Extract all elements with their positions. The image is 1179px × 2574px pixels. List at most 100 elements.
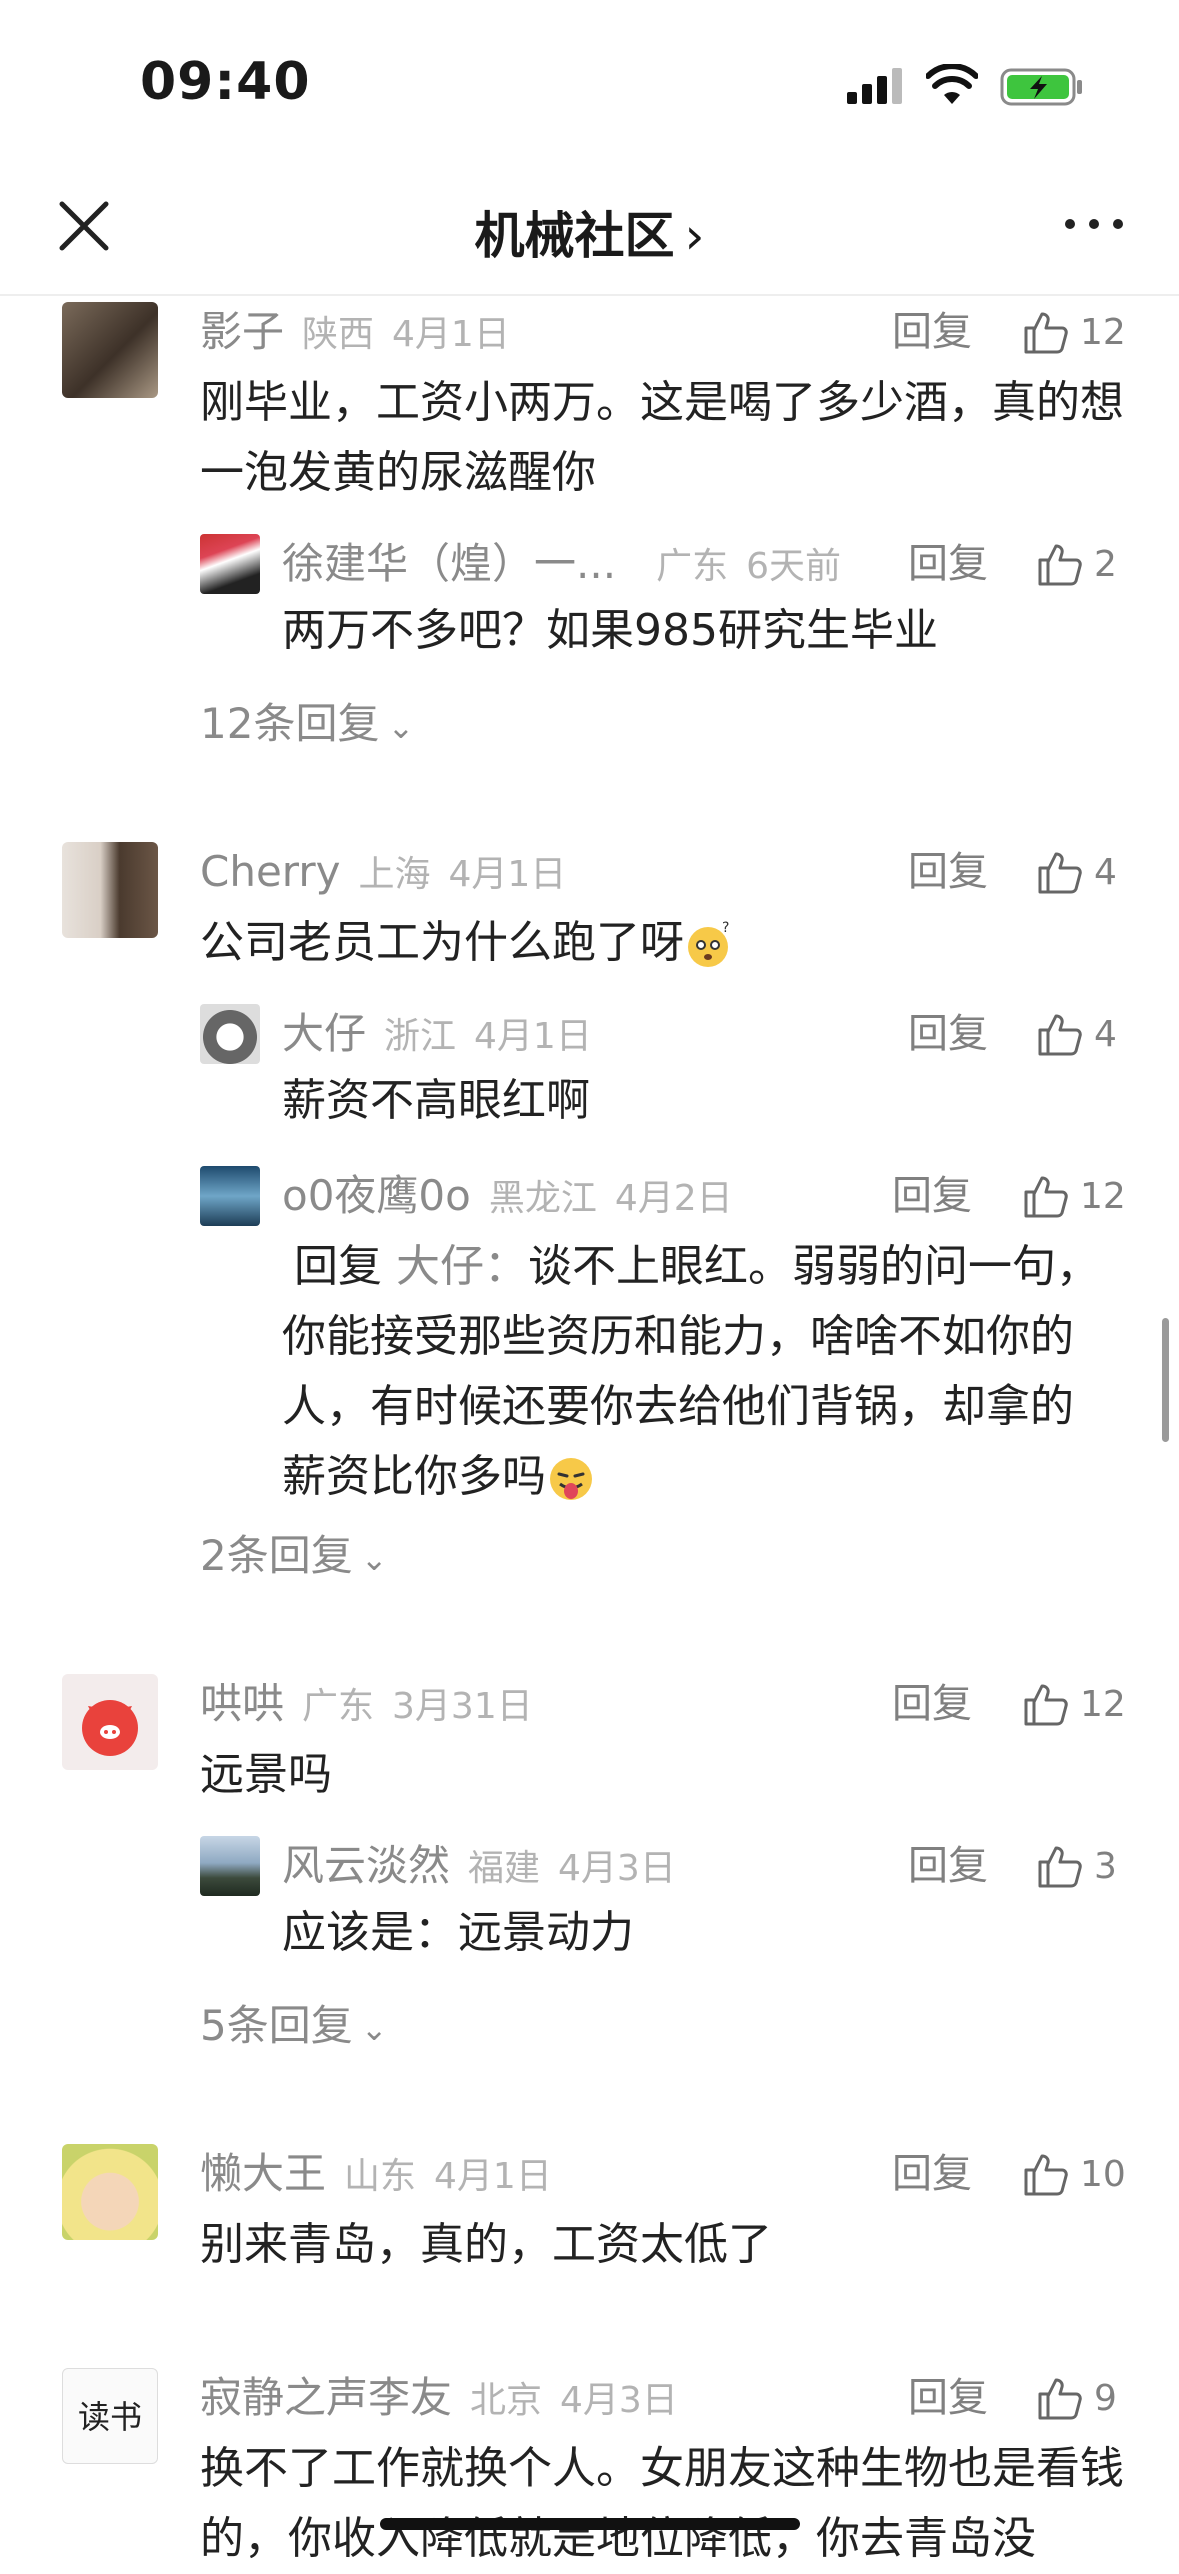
comment-text: 远景吗 [200,1749,332,1800]
avatar[interactable] [200,534,260,594]
replier-name[interactable]: 风云淡然 [282,1841,450,1890]
scrollbar-thumb[interactable] [1162,1318,1169,1442]
like-button[interactable]: 4 [1036,1004,1117,1064]
expand-replies-label: 5条回复 [200,2001,353,2050]
like-button[interactable]: 2 [1036,534,1117,594]
avatar[interactable] [62,1674,158,1770]
comment-date: 4月1日 [448,854,567,895]
reply-meta: 风云淡然 福建 4月3日 [282,1836,676,1896]
reply-date: 4月3日 [558,1848,676,1889]
commenter-location: 陕西 [302,314,375,355]
reply-button[interactable]: 回复 [892,2144,972,2204]
replier-name[interactable]: 徐建华（煌）一... [282,539,616,588]
commenter-name[interactable]: 寂静之声李友 [200,2373,452,2422]
community-title-link[interactable]: 机械社区 › [0,196,1179,268]
tongue-out-emoji-icon [550,1458,592,1500]
avatar[interactable] [200,1166,260,1226]
reply-button[interactable]: 回复 [908,1004,988,1064]
thumbs-up-icon [1038,2378,1082,2420]
like-count: 12 [1080,311,1126,353]
more-options-icon[interactable] [1062,212,1126,236]
replier-location: 福建 [468,1848,541,1889]
avatar[interactable] [62,302,158,398]
like-button[interactable]: 12 [1022,302,1126,362]
reply-meta: 徐建华（煌）一... 广东 6天前 [282,534,841,594]
avatar[interactable] [62,842,158,938]
avatar[interactable] [200,1004,260,1064]
thumbs-up-icon [1024,312,1068,354]
chevron-right-icon: › [684,207,705,265]
thumbs-up-icon [1038,1846,1082,1888]
reply-button[interactable]: 回复 [908,842,988,902]
pig-icon [82,1700,138,1756]
avatar[interactable] [200,1836,260,1896]
comment-text: 公司老员工为什么跑了呀? [200,908,1130,978]
chevron-down-icon: ⌄ [387,708,415,746]
expand-replies-label: 2条回复 [200,1531,353,1580]
comment-text: 别来青岛，真的，工资太低了 [200,2219,772,2270]
like-button[interactable]: 4 [1036,842,1117,902]
like-count: 2 [1094,543,1117,585]
commenter-name[interactable]: Cherry [200,847,340,896]
cellular-signal-icon [847,68,902,104]
expand-replies-button[interactable]: 2条回复 ⌄ [200,1526,388,1589]
avatar[interactable]: 读书 [62,2368,158,2464]
svg-text:?: ? [722,920,729,936]
like-button[interactable]: 3 [1036,1836,1117,1896]
commenter-name[interactable]: 懒大王 [200,2149,326,2198]
avatar[interactable] [62,2144,158,2240]
like-button[interactable]: 12 [1022,1166,1126,1226]
reply-text: 薪资不高眼红啊 [282,1075,590,1126]
comment-date: 4月1日 [392,314,510,355]
thumbs-up-icon [1038,852,1082,894]
page-title: 机械社区 [474,207,675,265]
reply-text: 回复 大仔：谈不上眼红。弱弱的问一句，你能接受那些资历和能力，啥啥不如你的人，有… [282,1232,1112,1512]
reply-to-name[interactable]: 大仔： [396,1241,528,1292]
like-count: 4 [1094,1013,1117,1055]
commenter-location: 广东 [302,1686,375,1727]
comment-meta: 懒大王 山东 4月1日 [200,2144,552,2204]
comment-date: 3月31日 [392,1686,533,1727]
like-button[interactable]: 10 [1022,2144,1126,2204]
reply-meta: 大仔 浙江 4月1日 [282,1004,592,1064]
comment-meta: Cherry 上海 4月1日 [200,842,566,902]
battery-charging-icon [1000,68,1082,106]
comment-text: 换不了工作就换个人。女朋友这种生物也是看钱的，你收入降低就是地位降低，你去青岛没 [200,2443,1124,2564]
reply-date: 4月2日 [614,1178,733,1219]
reply-prefix: 回复 [294,1241,396,1292]
expand-replies-button[interactable]: 5条回复 ⌄ [200,1996,388,2059]
like-count: 3 [1094,1845,1117,1887]
home-indicator[interactable] [380,2518,800,2530]
like-count: 12 [1080,1683,1126,1725]
thumbs-up-icon [1038,1014,1082,1056]
comment-date: 4月3日 [560,2380,678,2421]
commenter-location: 山东 [344,2156,417,2197]
comment-date: 4月1日 [434,2156,552,2197]
replier-location: 浙江 [384,1016,457,1057]
reply-text: 两万不多吧？如果985研究生毕业 [282,605,938,656]
reply-button[interactable]: 回复 [892,1166,972,1226]
commenter-name[interactable]: 影子 [200,307,284,356]
chevron-down-icon: ⌄ [360,1540,388,1578]
reply-date: 4月1日 [474,1016,592,1057]
like-button[interactable]: 9 [1036,2368,1117,2428]
like-count: 10 [1080,2153,1126,2195]
reply-button[interactable]: 回复 [908,534,988,594]
replier-location: 广东 [656,546,729,587]
wifi-icon [926,64,978,104]
like-button[interactable]: 12 [1022,1674,1126,1734]
nav-bar: 机械社区 › [0,150,1179,296]
expand-replies-button[interactable]: 12条回复 ⌄ [200,694,414,757]
replier-name[interactable]: o0夜鹰0o [282,1171,471,1220]
commenter-name[interactable]: 哄哄 [200,1679,284,1728]
reply-date: 6天前 [746,546,841,587]
reply-button[interactable]: 回复 [908,2368,988,2428]
reply-meta: o0夜鹰0o 黑龙江 4月2日 [282,1166,733,1226]
status-bar: 09:40 [0,0,1179,150]
commenter-location: 上海 [358,854,431,895]
reply-button[interactable]: 回复 [892,302,972,362]
replier-location: 黑龙江 [488,1178,597,1219]
replier-name[interactable]: 大仔 [282,1009,366,1058]
reply-button[interactable]: 回复 [892,1674,972,1734]
reply-button[interactable]: 回复 [908,1836,988,1896]
